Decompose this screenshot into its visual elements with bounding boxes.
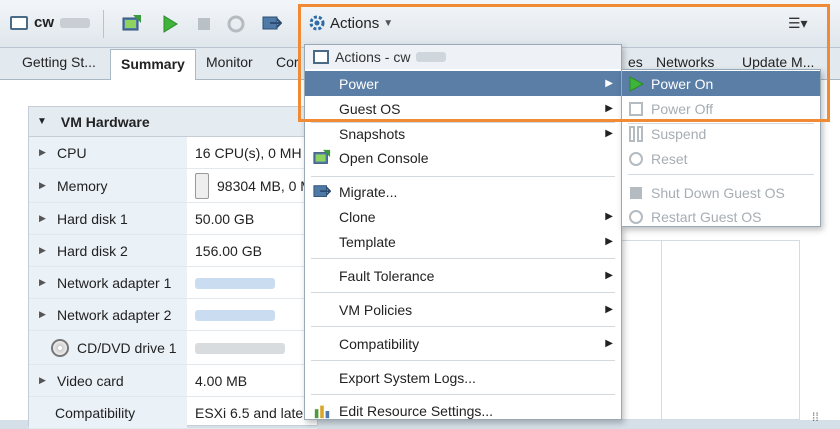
chevron-right-icon: ▶ <box>605 338 613 349</box>
menu-item-snapshots[interactable]: Snapshots ▶ <box>305 121 621 146</box>
expand-icon: ▶ <box>39 245 46 255</box>
menu-item-open-console[interactable]: Open Console <box>305 145 621 170</box>
memory-bar-icon <box>195 172 209 199</box>
restart-icon <box>629 210 643 224</box>
submenu-item-restart-guest[interactable]: Restart Guest OS <box>622 204 820 229</box>
menu-item-template[interactable]: Template ▶ <box>305 229 621 254</box>
menu-item-clone[interactable]: Clone ▶ <box>305 204 621 229</box>
submenu-item-suspend[interactable]: Suspend <box>622 121 820 146</box>
hw-value: 4.00 MB <box>195 372 248 389</box>
hw-key: Memory <box>57 177 108 194</box>
resource-settings-icon <box>314 405 330 419</box>
menu-divider <box>311 292 615 293</box>
migrate-icon <box>313 185 331 197</box>
chevron-right-icon: ▶ <box>605 128 613 139</box>
expand-icon: ▶ <box>39 309 46 319</box>
chevron-right-icon: ▶ <box>605 304 613 315</box>
vm-icon <box>10 15 28 30</box>
tab-getting-started[interactable]: Getting St... <box>22 48 96 79</box>
hw-row-cpu[interactable]: ▶ CPU 16 CPU(s), 0 MH <box>29 137 317 169</box>
hw-key: Network adapter 1 <box>57 274 172 291</box>
expand-icon: ▶ <box>39 277 46 287</box>
menu-item-compatibility[interactable]: Compatibility ▶ <box>305 331 621 356</box>
hw-key: CD/DVD drive 1 <box>77 339 177 356</box>
redacted-network-link[interactable] <box>195 278 275 290</box>
hw-key: Video card <box>57 372 124 389</box>
power-off-icon[interactable] <box>194 14 214 34</box>
power-on-icon[interactable] <box>160 14 180 34</box>
hw-key: Hard disk 2 <box>57 242 128 259</box>
hw-row-cd-dvd[interactable]: CD/DVD drive 1 <box>29 331 317 365</box>
expand-icon: ▶ <box>39 180 46 190</box>
open-console-icon[interactable] <box>122 14 142 34</box>
chevron-right-icon: ▶ <box>605 270 613 281</box>
hw-value: ESXi 6.5 and late <box>195 404 304 421</box>
hw-key: Hard disk 1 <box>57 210 128 227</box>
menu-divider <box>311 258 615 259</box>
cd-icon <box>51 338 69 357</box>
annotation-frame <box>298 4 830 122</box>
hw-key: Compatibility <box>55 404 136 421</box>
hw-row-compatibility: Compatibility ESXi 6.5 and late <box>29 397 317 429</box>
refresh-icon <box>629 152 643 166</box>
hw-row-video-card[interactable]: ▶ Video card 4.00 MB <box>29 365 317 397</box>
vm-title: cw <box>10 14 91 31</box>
submenu-item-shut-down-guest[interactable]: Shut Down Guest OS <box>622 180 820 205</box>
hw-row-hard-disk-1[interactable]: ▶ Hard disk 1 50.00 GB <box>29 203 317 235</box>
hw-key: CPU <box>57 144 87 161</box>
hw-row-network-adapter-2[interactable]: ▶ Network adapter 2 <box>29 299 317 331</box>
vm-name: cw <box>34 14 55 31</box>
vm-hardware-title: VM Hardware <box>60 113 150 130</box>
tab-configure[interactable]: Cor <box>276 48 299 79</box>
tab-summary[interactable]: Summary <box>110 49 196 81</box>
hw-row-hard-disk-2[interactable]: ▶ Hard disk 2 156.00 GB <box>29 235 317 267</box>
menu-item-fault-tolerance[interactable]: Fault Tolerance ▶ <box>305 263 621 288</box>
collapse-icon: ▼ <box>37 116 47 127</box>
resize-handle-icon[interactable]: ⁞⁞ <box>812 410 819 424</box>
vm-hardware-header[interactable]: ▼ VM Hardware <box>29 107 317 137</box>
menu-divider <box>311 326 615 327</box>
chevron-right-icon: ▶ <box>605 236 613 247</box>
side-panel <box>620 240 800 420</box>
pause-icon <box>629 126 643 142</box>
hw-key: Network adapter 2 <box>57 306 172 323</box>
vm-hardware-panel: ▼ VM Hardware ▶ CPU 16 CPU(s), 0 MH ▶ Memo… <box>28 106 318 429</box>
open-console-icon <box>313 149 331 164</box>
hw-value: 50.00 GB <box>195 210 255 227</box>
menu-item-export-logs[interactable]: Export System Logs... <box>305 365 621 390</box>
hw-value: 98304 MB, 0 M <box>217 177 312 194</box>
menu-divider <box>311 394 615 395</box>
redacted-vm-name <box>60 17 91 28</box>
chevron-right-icon: ▶ <box>605 211 613 222</box>
redacted-cd-status <box>195 343 285 355</box>
menu-item-vm-policies[interactable]: VM Policies ▶ <box>305 297 621 322</box>
migrate-icon[interactable] <box>262 14 282 34</box>
hw-row-network-adapter-1[interactable]: ▶ Network adapter 1 <box>29 267 317 299</box>
expand-icon: ▶ <box>39 213 46 223</box>
redacted-network-link[interactable] <box>195 310 275 322</box>
hw-value: 16 CPU(s), 0 MH <box>195 144 302 161</box>
menu-item-edit-resource-settings[interactable]: Edit Resource Settings... <box>305 398 621 423</box>
expand-icon: ▶ <box>39 375 46 385</box>
hw-row-memory[interactable]: ▶ Memory 98304 MB, 0 M <box>29 169 317 203</box>
expand-icon: ▶ <box>39 147 46 157</box>
hw-value: 156.00 GB <box>195 242 262 259</box>
menu-item-migrate[interactable]: Migrate... <box>305 179 621 204</box>
submenu-item-reset[interactable]: Reset <box>622 146 820 171</box>
menu-divider <box>628 174 814 175</box>
toolbar-divider <box>103 10 104 38</box>
menu-divider <box>311 176 615 177</box>
menu-divider <box>311 360 615 361</box>
stop-icon <box>630 187 642 199</box>
refresh-icon[interactable] <box>226 14 246 34</box>
tab-monitor[interactable]: Monitor <box>206 48 253 79</box>
